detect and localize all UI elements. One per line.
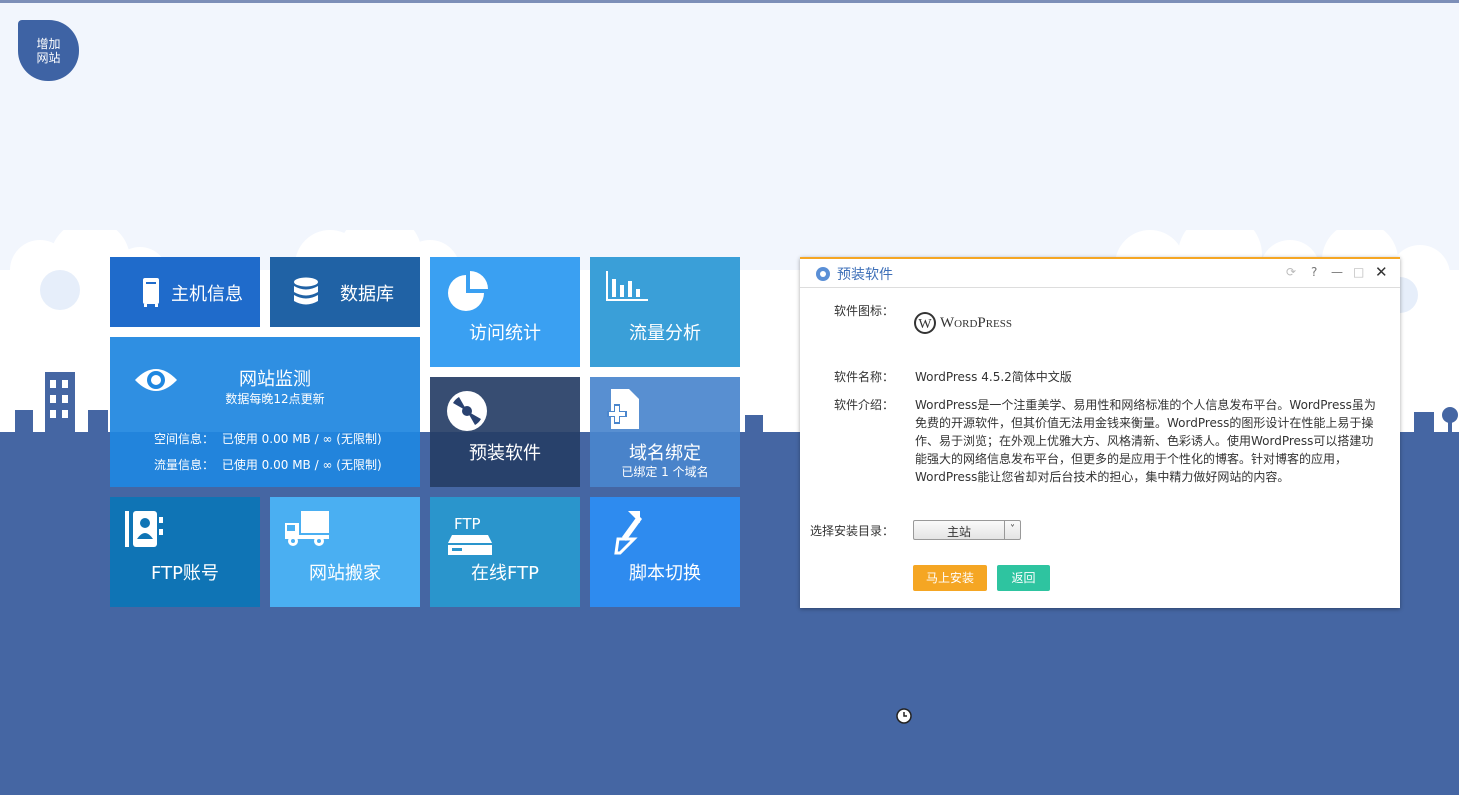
tile-label: 流量分析 bbox=[629, 323, 701, 344]
help-button[interactable]: ? bbox=[1311, 265, 1317, 279]
svg-text:W: W bbox=[918, 317, 932, 332]
contact-book-icon bbox=[125, 511, 163, 547]
icon-label: 软件图标： bbox=[833, 304, 894, 318]
ftp-icon-text: FTP bbox=[454, 515, 481, 533]
traffic-info-label: 流量信息： bbox=[154, 458, 215, 472]
close-icon[interactable]: ✕ bbox=[1375, 263, 1388, 281]
tile-site-move[interactable]: 网站搬家 bbox=[270, 497, 420, 607]
wordpress-icon: W bbox=[914, 312, 936, 334]
tile-traffic-analysis[interactable]: 流量分析 bbox=[590, 257, 740, 367]
bar-chart-icon bbox=[606, 271, 648, 301]
tile-label: FTP账号 bbox=[151, 563, 219, 584]
dialog-title: 预装软件 bbox=[837, 267, 893, 283]
tile-domain-bind[interactable]: 域名绑定 已绑定 1 个域名 bbox=[590, 377, 740, 487]
refresh-icon[interactable]: ⟳ bbox=[1286, 265, 1296, 279]
install-now-button[interactable]: 马上安装 bbox=[913, 565, 987, 591]
back-button[interactable]: 返回 bbox=[997, 565, 1050, 591]
add-site-button[interactable]: 增加网站 bbox=[18, 20, 79, 81]
busy-cursor-icon bbox=[896, 708, 912, 724]
tile-label: 数据库 bbox=[340, 284, 394, 305]
wordpress-logo-text: WordPress bbox=[940, 315, 1013, 331]
maximize-icon[interactable]: □ bbox=[1353, 265, 1364, 279]
name-label: 软件名称： bbox=[833, 370, 894, 384]
tile-script-switch[interactable]: 脚本切换 bbox=[590, 497, 740, 607]
tile-preinstall-software[interactable]: 预装软件 bbox=[430, 377, 580, 487]
tile-label: 在线FTP bbox=[471, 563, 539, 584]
space-info-value: 已使用 0.00 MB / ∞ (无限制) bbox=[221, 432, 382, 446]
site-monitor-subtitle: 数据每晚12点更新 bbox=[225, 392, 325, 406]
chevron-down-icon: ˅ bbox=[1004, 521, 1020, 539]
install-dir-value: 主站 bbox=[946, 525, 971, 539]
software-icon bbox=[816, 267, 830, 281]
tile-online-ftp[interactable]: FTP 在线FTP bbox=[430, 497, 580, 607]
pie-chart-icon bbox=[448, 271, 488, 311]
tile-label: 网站搬家 bbox=[309, 563, 381, 584]
tile-label: 访问统计 bbox=[469, 323, 541, 344]
tile-label: 主机信息 bbox=[171, 284, 243, 305]
server-drive-icon bbox=[448, 535, 492, 555]
minimize-icon[interactable]: — bbox=[1331, 265, 1343, 279]
tile-visit-stats[interactable]: 访问统计 bbox=[430, 257, 580, 367]
tile-label: 预装软件 bbox=[469, 443, 541, 464]
tile-host-info[interactable]: 主机信息 bbox=[110, 257, 260, 327]
truck-icon bbox=[285, 511, 329, 546]
preinstall-software-dialog: 预装软件 ⟳ ? — □ ✕ 软件图标： W WordPress 软件名称： W… bbox=[800, 257, 1400, 608]
dialog-titlebar: 预装软件 ⟳ ? — □ ✕ bbox=[800, 259, 1400, 288]
space-info-label: 空间信息： bbox=[154, 432, 215, 446]
site-monitor-title: 网站监测 bbox=[239, 369, 311, 390]
install-dir-select[interactable]: 主站 ˅ bbox=[913, 520, 1021, 540]
top-border bbox=[0, 0, 1459, 3]
edit-pencil-icon bbox=[614, 511, 642, 555]
install-dir-label: 选择安装目录： bbox=[809, 524, 894, 538]
traffic-info: 流量信息： 已使用 0.00 MB / ∞ (无限制) bbox=[154, 456, 382, 473]
document-plus-icon bbox=[607, 389, 639, 429]
tile-site-monitor[interactable]: 网站监测 数据每晚12点更新 空间信息： 已使用 0.00 MB / ∞ (无限… bbox=[110, 337, 420, 487]
software-name: WordPress 4.5.2简体中文版 bbox=[915, 370, 1072, 384]
traffic-info-value: 已使用 0.00 MB / ∞ (无限制) bbox=[221, 458, 382, 472]
domain-bind-count: 已绑定 1 个域名 bbox=[621, 465, 709, 479]
tile-database[interactable]: 数据库 bbox=[270, 257, 420, 327]
software-intro: WordPress是一个注重美学、易用性和网络标准的个人信息发布平台。WordP… bbox=[915, 398, 1376, 484]
tile-label: 域名绑定 bbox=[629, 443, 701, 464]
intro-label: 软件介绍： bbox=[833, 398, 894, 412]
space-info: 空间信息： 已使用 0.00 MB / ∞ (无限制) bbox=[154, 430, 382, 447]
tile-label: 脚本切换 bbox=[629, 563, 701, 584]
tile-ftp-account[interactable]: FTP账号 bbox=[110, 497, 260, 607]
disc-icon bbox=[447, 391, 487, 431]
